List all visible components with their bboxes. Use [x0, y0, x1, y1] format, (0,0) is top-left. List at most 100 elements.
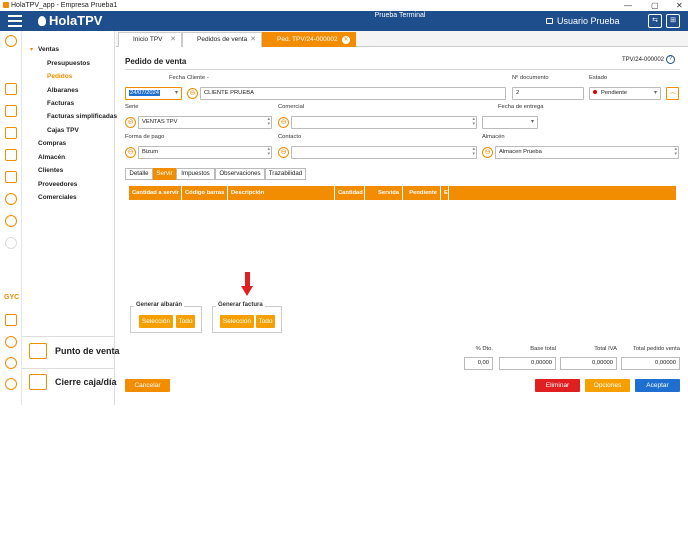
tab-label: Ped. TPV/24-000002 [277, 36, 338, 43]
comercial-input[interactable]: ▴ ▾ [291, 116, 477, 129]
clipboard-icon[interactable] [5, 127, 17, 139]
albaran-todo-button[interactable]: Todo [176, 315, 195, 328]
serie-search-icon[interactable]: ⊖ [125, 117, 136, 128]
gyc-label[interactable]: GYC [4, 294, 19, 301]
nav-item-albaranes[interactable]: Albaranes [47, 87, 78, 94]
nav-item-pedidos[interactable]: Pedidos [47, 73, 72, 80]
dto-label: % Dto. [475, 346, 493, 352]
lines-grid-body[interactable] [129, 200, 676, 295]
delete-button[interactable]: Eliminar [535, 379, 580, 392]
ndoc-input[interactable]: 2 [512, 87, 584, 100]
column-header-filler [449, 186, 676, 200]
subtab-impuestos[interactable]: Impuestos [176, 168, 215, 180]
almacen-input[interactable]: Almacen Prueba ▴ ▾ [495, 146, 679, 159]
tab-inicio-tpv[interactable]: Inicio TPV ✕ [118, 32, 182, 47]
user-circle-icon[interactable] [5, 336, 17, 348]
close-tab-icon[interactable]: ✕ [170, 33, 176, 47]
almacen-search-icon[interactable]: ⊖ [482, 147, 493, 158]
close-tab-icon[interactable]: ✕ [250, 33, 256, 47]
generar-albaran-title: Generar albarán [134, 302, 185, 308]
spinner-icon[interactable]: ▴ ▾ [674, 147, 677, 157]
gear-icon[interactable] [5, 193, 17, 205]
dto-input[interactable]: 0,00 [464, 357, 493, 370]
estado-value: Pendiente [601, 90, 628, 96]
help-icon[interactable] [5, 357, 17, 369]
column-header[interactable]: E [441, 186, 449, 200]
hamburger-menu-icon[interactable] [8, 15, 22, 27]
forma-pago-search-icon[interactable]: ⊖ [125, 147, 136, 158]
nav-item-facturas-simplificadas[interactable]: Facturas simplificadas [47, 113, 117, 120]
cash-register-icon [29, 343, 47, 359]
pos-button-label: Punto de venta [55, 346, 120, 356]
contacto-input[interactable]: ▴ ▾ [291, 146, 477, 159]
chevron-down-icon: ▾ [653, 90, 657, 96]
total-iva-value: 0,00000 [560, 357, 617, 370]
list-icon[interactable] [5, 149, 17, 161]
total-iva-label: Total IVA [594, 346, 617, 352]
close-tab-icon[interactable]: ✕ [342, 36, 350, 44]
factura-seleccion-button[interactable]: Selección [220, 315, 254, 328]
close-register-button[interactable]: Cierre caja/día [27, 370, 117, 398]
subtab-observaciones[interactable]: Observaciones [215, 168, 265, 180]
comercial-label: Comercial [278, 104, 305, 110]
cancel-button[interactable]: Cancelar [125, 379, 170, 392]
column-header[interactable]: Cantidad [335, 186, 365, 200]
chart-icon[interactable] [5, 171, 17, 183]
lock-icon [546, 18, 553, 24]
options-button[interactable]: Opciones [585, 379, 630, 392]
fecha-entrega-input[interactable]: ▾ [482, 116, 538, 129]
spinner-icon[interactable]: ▴ ▾ [472, 117, 475, 127]
warning-icon[interactable] [5, 314, 17, 326]
forma-pago-input[interactable]: Bizum ▴ ▾ [138, 146, 272, 159]
settings-icon[interactable] [5, 215, 17, 227]
column-header[interactable]: Cantidad a servir [129, 186, 182, 200]
column-header[interactable]: Descripción [228, 186, 335, 200]
power-icon[interactable] [5, 378, 17, 390]
chevron-up-icon[interactable]: ︿ [666, 87, 679, 100]
factura-todo-button[interactable]: Todo [256, 315, 275, 328]
nav-item-facturas[interactable]: Facturas [47, 100, 74, 107]
cliente-input[interactable]: CLIENTE PRUEBA [200, 87, 506, 100]
contacto-search-icon[interactable]: ⊖ [278, 147, 289, 158]
spinner-icon[interactable]: ▴ ▾ [267, 117, 270, 127]
column-header[interactable]: Código barras [182, 186, 228, 200]
cliente-search-icon[interactable]: ⊖ [187, 88, 198, 99]
switch-terminal-button[interactable]: ⇆ [648, 14, 662, 28]
estado-select[interactable]: Pendiente ▾ [589, 87, 661, 100]
minimize-button[interactable]: — [624, 0, 632, 11]
tab-pedidos-venta[interactable]: Pedidos de venta ✕ [182, 32, 262, 47]
purchases-icon[interactable] [5, 105, 17, 117]
user-menu[interactable]: Usuario Prueba [546, 15, 620, 27]
nav-item-presupuestos[interactable]: Presupuestos [47, 60, 90, 67]
subtab-detalle[interactable]: Detalle [125, 168, 153, 180]
status-dot-icon [593, 90, 597, 94]
subtab-servir[interactable]: Servir [153, 168, 176, 180]
maximize-button[interactable]: ▢ [651, 0, 659, 11]
close-window-button[interactable]: ✕ [676, 0, 683, 11]
nav-item-cajas-tpv[interactable]: Cajas TPV [47, 127, 79, 134]
sales-icon[interactable] [5, 83, 17, 95]
subtab-trazabilidad[interactable]: Trazabilidad [265, 168, 306, 180]
divider [125, 69, 680, 70]
serie-value: VENTAS TPV [142, 119, 178, 125]
tab-label: Inicio TPV [133, 36, 163, 43]
pos-button[interactable]: Punto de venta [27, 339, 120, 367]
spinner-icon[interactable]: ▴ ▾ [472, 147, 475, 157]
estado-label: Estado [589, 75, 608, 81]
column-header[interactable]: Pendiente [403, 186, 441, 200]
chevron-down-icon[interactable]: ▾ [175, 88, 178, 99]
tab-label: Pedidos de venta [197, 36, 248, 43]
add-icon[interactable] [5, 35, 17, 47]
accept-button[interactable]: Aceptar [635, 379, 680, 392]
albaran-seleccion-button[interactable]: Selección [139, 315, 173, 328]
fecha-input[interactable]: 24/07/2024 ▾ [125, 87, 182, 100]
spinner-icon[interactable]: ▴ ▾ [267, 147, 270, 157]
column-header[interactable]: Servida [365, 186, 403, 200]
comercial-search-icon[interactable]: ⊖ [278, 117, 289, 128]
serie-input[interactable]: VENTAS TPV ▴ ▾ [138, 116, 272, 129]
lock-screen-button[interactable]: ⊞ [666, 14, 680, 28]
chevron-down-icon[interactable]: ▾ [531, 117, 534, 128]
tab-pedido-actual[interactable]: Ped. TPV/24-000002 ✕ [262, 32, 356, 47]
help-icon[interactable]: ? [666, 55, 675, 64]
ndoc-label: Nº documento [512, 75, 549, 81]
